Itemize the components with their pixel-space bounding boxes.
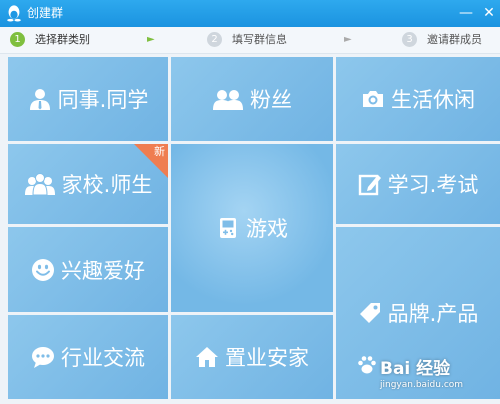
step-2: 2 填写群信息 (207, 32, 287, 48)
category-grid: 同事.同学 粉丝 生活休闲 家校.师生 新 游戏 学习.考试 兴趣爱好 品牌.产… (0, 54, 500, 404)
tile-industry-exchange[interactable]: 行业交流 (8, 315, 168, 399)
tile-fans[interactable]: 粉丝 (171, 57, 333, 141)
tile-study-label: 学习.考试 (387, 173, 479, 197)
smiley-icon (32, 258, 54, 281)
tile-school-teacher[interactable]: 家校.师生 新 (8, 144, 168, 224)
family-icon (24, 173, 55, 196)
people-icon (213, 90, 243, 110)
tile-hobby-label: 兴趣爱好 (61, 258, 145, 283)
step-3-number: 3 (402, 32, 417, 47)
tile-brand-label: 品牌.产品 (387, 302, 479, 326)
tile-study-exam[interactable]: 学习.考试 (336, 144, 500, 224)
tile-game-label: 游戏 (246, 217, 288, 241)
step-2-number: 2 (207, 32, 222, 47)
step-arrow-1-icon: ► (147, 34, 155, 45)
step-bar: 1 选择群类别 ► 2 填写群信息 ► 3 邀请群成员 (0, 27, 500, 54)
tile-hobby[interactable]: 兴趣爱好 (8, 227, 168, 312)
tile-colleague-classmate[interactable]: 同事.同学 (8, 57, 168, 141)
chat-bubble-icon (32, 347, 54, 368)
home-icon (196, 347, 218, 367)
new-badge-text: 新 (154, 145, 165, 158)
step-3: 3 邀请群成员 (402, 32, 482, 48)
step-arrow-2-icon: ► (344, 34, 352, 45)
window-title: 创建群 (27, 6, 64, 20)
tile-life-label: 生活休闲 (391, 88, 475, 112)
person-tie-icon (29, 89, 50, 110)
minimize-button[interactable]: — (456, 3, 476, 23)
close-button[interactable]: ✕ (479, 3, 499, 23)
step-3-label: 邀请群成员 (427, 33, 482, 46)
step-1: 1 选择群类别 (10, 32, 90, 48)
camera-icon (363, 91, 383, 107)
tile-industry-label: 行业交流 (61, 346, 145, 370)
tile-brand-product[interactable]: 品牌.产品 (336, 227, 500, 399)
edit-icon (358, 174, 381, 196)
tile-home-label: 置业安家 (225, 346, 309, 370)
tag-icon (359, 303, 380, 323)
tile-game[interactable]: 游戏 (171, 144, 333, 312)
tile-fans-label: 粉丝 (250, 88, 292, 112)
gamepad-icon (220, 218, 236, 238)
tile-life-leisure[interactable]: 生活休闲 (336, 57, 500, 141)
title-bar: 创建群 — ✕ (0, 0, 500, 27)
step-1-number: 1 (10, 32, 25, 47)
qq-penguin-icon (7, 5, 21, 22)
tile-property-home[interactable]: 置业安家 (171, 315, 333, 399)
step-2-label: 填写群信息 (232, 33, 287, 46)
tile-colleague-label: 同事.同学 (57, 88, 149, 112)
step-1-label: 选择群类别 (35, 33, 90, 46)
